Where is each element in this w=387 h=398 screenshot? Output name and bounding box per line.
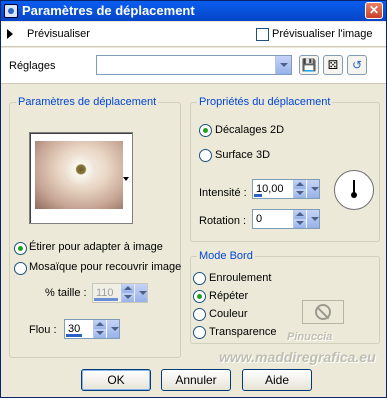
dialog-window: Paramètres de déplacement ✕ Prévisualise… bbox=[0, 0, 387, 398]
rotation-up-arrow-icon[interactable] bbox=[293, 210, 306, 219]
presets-label: Réglages bbox=[9, 60, 56, 72]
rotation-dropdown-icon[interactable] bbox=[307, 210, 319, 228]
offsets-2d-label[interactable]: Décalages 2D bbox=[215, 124, 284, 136]
intensity-dropdown-icon[interactable] bbox=[307, 180, 319, 198]
transparency-label[interactable]: Transparence bbox=[209, 326, 276, 338]
surface-3d-radio[interactable] bbox=[199, 149, 212, 162]
blur-down-arrow-icon[interactable] bbox=[93, 329, 106, 338]
preview-label[interactable]: Prévisualiser bbox=[27, 28, 90, 40]
wrap-radio[interactable] bbox=[193, 272, 206, 285]
rotation-stepper[interactable]: 0 bbox=[252, 209, 320, 229]
edge-color-swatch bbox=[302, 300, 344, 324]
rotation-value[interactable]: 0 bbox=[256, 213, 262, 225]
intensity-up-arrow-icon[interactable] bbox=[293, 180, 306, 189]
reset-button[interactable]: ↺ bbox=[347, 55, 367, 75]
displacement-properties-title: Propriétés du déplacement bbox=[197, 96, 333, 108]
reset-arrow-icon: ↺ bbox=[351, 58, 363, 72]
stretch-label[interactable]: Étirer pour adapter à image bbox=[29, 241, 163, 253]
presets-bar: Réglages 💾 ⚄ ↺ bbox=[1, 48, 386, 84]
surface-3d-label[interactable]: Surface 3D bbox=[215, 149, 270, 161]
color-label[interactable]: Couleur bbox=[209, 308, 248, 320]
no-entry-icon bbox=[315, 304, 331, 320]
close-button[interactable]: ✕ bbox=[365, 2, 383, 19]
intensity-stepper[interactable]: 10,00 bbox=[252, 179, 320, 199]
watermark-url: www.maddiregrafica.eu bbox=[219, 349, 376, 365]
size-label: % taille : bbox=[45, 287, 87, 299]
displacement-map-picker[interactable] bbox=[29, 132, 133, 224]
dial-center-icon bbox=[351, 192, 357, 198]
color-radio[interactable] bbox=[193, 308, 206, 321]
size-progress bbox=[94, 298, 118, 301]
preview-image-label[interactable]: Prévisualiser l'image bbox=[272, 28, 373, 40]
displacement-map-thumbnail bbox=[35, 141, 123, 209]
size-up-arrow-icon bbox=[121, 284, 134, 293]
tile-label[interactable]: Mosaïque pour recouvrir image bbox=[29, 261, 181, 273]
repeat-label[interactable]: Répéter bbox=[209, 290, 248, 302]
displacement-settings-title: Paramètres de déplacement bbox=[16, 96, 159, 108]
offsets-2d-radio[interactable] bbox=[199, 124, 212, 137]
cancel-button[interactable]: Annuler bbox=[161, 369, 231, 391]
presets-combo[interactable] bbox=[96, 55, 292, 75]
blur-dropdown-icon[interactable] bbox=[107, 320, 119, 338]
ok-button[interactable]: OK bbox=[81, 369, 151, 391]
intensity-progress bbox=[254, 194, 262, 197]
flower-image bbox=[63, 155, 99, 187]
blur-progress bbox=[66, 334, 82, 337]
app-icon bbox=[4, 4, 18, 18]
blur-label: Flou : bbox=[29, 324, 57, 336]
rotation-down-arrow-icon[interactable] bbox=[293, 219, 306, 228]
help-button[interactable]: Aide bbox=[242, 369, 312, 391]
chevron-down-icon[interactable] bbox=[123, 177, 129, 181]
rotation-label: Rotation : bbox=[199, 215, 247, 227]
tile-radio[interactable] bbox=[14, 262, 27, 275]
preview-image-checkbox[interactable] bbox=[256, 28, 269, 41]
wrap-label[interactable]: Enroulement bbox=[209, 272, 271, 284]
save-preset-button[interactable]: 💾 bbox=[299, 55, 319, 75]
title-bar[interactable]: Paramètres de déplacement ✕ bbox=[1, 1, 386, 21]
transparency-radio[interactable] bbox=[193, 326, 206, 339]
presets-dropdown-button[interactable] bbox=[275, 56, 291, 74]
intensity-down-arrow-icon[interactable] bbox=[293, 189, 306, 198]
floppy-disk-icon: 💾 bbox=[301, 58, 317, 72]
randomize-button[interactable]: ⚄ bbox=[323, 55, 343, 75]
dice-icon: ⚄ bbox=[327, 58, 339, 72]
window-title: Paramètres de déplacement bbox=[22, 3, 195, 18]
blur-up-arrow-icon[interactable] bbox=[93, 320, 106, 329]
repeat-radio[interactable] bbox=[193, 290, 206, 303]
watermark-name: Pinuccia bbox=[287, 331, 333, 343]
size-down-arrow-icon bbox=[121, 293, 134, 302]
edge-mode-title: Mode Bord bbox=[197, 250, 255, 262]
rotation-dial[interactable] bbox=[334, 170, 374, 210]
preview-bar: Prévisualiser Prévisualiser l'image bbox=[1, 22, 386, 47]
size-dropdown-icon bbox=[135, 284, 147, 302]
expand-arrow-icon[interactable] bbox=[7, 29, 13, 39]
stretch-radio[interactable] bbox=[14, 242, 27, 255]
blur-stepper[interactable]: 30 bbox=[64, 319, 120, 339]
size-stepper: 110 bbox=[92, 283, 148, 303]
intensity-label: Intensité : bbox=[199, 187, 247, 199]
